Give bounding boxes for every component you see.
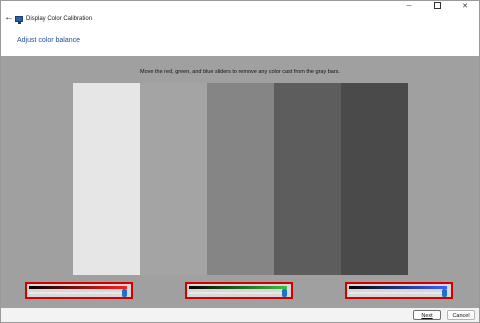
next-button[interactable]: Next: [413, 310, 441, 320]
gray-bar: [341, 83, 408, 275]
gray-bar: [73, 83, 140, 275]
maximize-button[interactable]: [423, 1, 451, 13]
minimize-button[interactable]: ─: [395, 1, 423, 13]
maximize-icon: [433, 1, 441, 9]
window-title: Display Color Calibration: [26, 16, 93, 22]
close-button[interactable]: ✕: [451, 1, 479, 13]
arrow-left-icon: ←: [4, 12, 14, 23]
blue-gradient: [349, 286, 447, 289]
title-bar: ← Display Color Calibration ─ ✕: [1, 1, 479, 33]
instructions-text: Move the red, green, and blue sliders to…: [140, 69, 340, 75]
cancel-button[interactable]: Cancel: [447, 310, 475, 320]
green-slider-group: [185, 282, 293, 299]
display-calibration-icon: [15, 16, 23, 24]
green-slider-fill: [189, 292, 282, 294]
close-icon: ✕: [462, 3, 468, 10]
gray-bar: [274, 83, 341, 275]
red-gradient: [29, 286, 127, 289]
blue-slider-group: [345, 282, 453, 299]
footer-bar: Next Cancel: [1, 308, 479, 322]
page-title: Adjust color balance: [17, 37, 81, 44]
red-slider-thumb[interactable]: [122, 289, 127, 297]
gray-bar: [140, 83, 207, 275]
calibration-panel: Move the red, green, and blue sliders to…: [1, 56, 479, 308]
green-gradient: [189, 286, 287, 289]
minimize-icon: ─: [406, 3, 412, 10]
blue-slider-thumb[interactable]: [442, 289, 447, 297]
app-window: ← Display Color Calibration ─ ✕ Adjust c…: [0, 0, 480, 323]
blue-slider-fill: [349, 292, 442, 294]
back-button[interactable]: ←: [4, 13, 14, 23]
red-slider-group: [25, 282, 133, 299]
red-slider-fill: [29, 292, 122, 294]
gray-bars: [73, 83, 408, 275]
gray-bar: [207, 83, 274, 275]
green-slider-thumb[interactable]: [282, 289, 287, 297]
